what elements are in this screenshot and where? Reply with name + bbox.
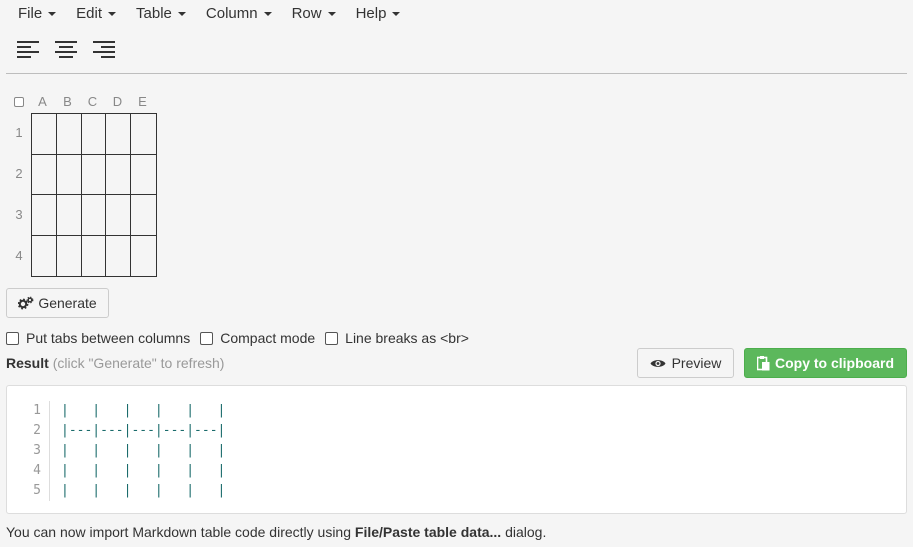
column-header-c[interactable]: C: [80, 94, 105, 109]
table-cell[interactable]: [32, 114, 57, 155]
align-center-icon: [55, 41, 77, 58]
table-cells: [31, 113, 157, 277]
column-header-d[interactable]: D: [105, 94, 130, 109]
table-cell[interactable]: [131, 236, 156, 277]
table-cell[interactable]: [81, 114, 107, 155]
menu-file[interactable]: File: [8, 0, 66, 26]
eye-icon: [650, 359, 666, 367]
table-cell[interactable]: [56, 154, 82, 195]
table-cell[interactable]: [131, 195, 156, 236]
row-header-3[interactable]: 3: [12, 207, 26, 222]
clipboard-icon: [757, 355, 770, 370]
table-cell[interactable]: [81, 154, 107, 195]
row-header-1[interactable]: 1: [12, 125, 26, 140]
align-center-button[interactable]: [55, 38, 77, 60]
caret-down-icon: [108, 12, 117, 16]
table-cell[interactable]: [106, 154, 132, 195]
table-cell[interactable]: [131, 155, 156, 195]
select-all-checkbox[interactable]: [14, 97, 24, 107]
line-number: 2: [33, 423, 41, 438]
menubar: File Edit Table Column Row Help: [8, 0, 410, 26]
line-breaks-checkbox[interactable]: [325, 331, 339, 345]
table-cell[interactable]: [57, 235, 82, 276]
line-number-gutter: 1 2 3 4 5: [7, 401, 50, 501]
menu-table[interactable]: Table: [126, 0, 196, 26]
row-header-4[interactable]: 4: [12, 248, 26, 263]
caret-down-icon: [327, 12, 336, 16]
compact-mode-option[interactable]: Compact mode: [200, 330, 315, 346]
menu-help[interactable]: Help: [346, 0, 411, 26]
copy-to-clipboard-button[interactable]: Copy to clipboard: [744, 348, 907, 378]
table-cell[interactable]: [106, 114, 132, 155]
line-number: 5: [33, 483, 41, 498]
line-breaks-option[interactable]: Line breaks as <br>: [325, 330, 469, 346]
table-cell[interactable]: [32, 154, 57, 195]
caret-down-icon: [177, 12, 186, 16]
code-content: | | | | | | |---|---|---|---|---| | | | …: [61, 401, 225, 501]
table-cell[interactable]: [106, 235, 132, 276]
code-line: | | | | | |: [61, 483, 226, 498]
menu-row[interactable]: Row: [282, 0, 346, 26]
code-line: |---|---|---|---|---|: [61, 423, 226, 438]
result-heading: Result (click "Generate" to refresh): [6, 355, 225, 371]
table-cell[interactable]: [81, 195, 107, 236]
align-right-button[interactable]: [93, 38, 115, 60]
row-header-2[interactable]: 2: [12, 166, 26, 181]
column-header-b[interactable]: B: [55, 94, 80, 109]
caret-down-icon: [48, 12, 57, 16]
table-cell[interactable]: [32, 195, 57, 236]
compact-mode-checkbox[interactable]: [200, 331, 214, 345]
table-cell[interactable]: [56, 195, 82, 236]
align-left-icon: [17, 41, 39, 58]
import-hint: You can now import Markdown table code d…: [6, 524, 547, 540]
alignment-toolbar: [17, 38, 115, 60]
align-right-icon: [93, 41, 115, 58]
line-number: 1: [33, 403, 41, 418]
result-code-editor[interactable]: 1 2 3 4 5 | | | | | | |---|---|---|---|-…: [6, 385, 907, 514]
caret-down-icon: [263, 12, 272, 16]
align-left-button[interactable]: [17, 38, 39, 60]
column-header-e[interactable]: E: [130, 94, 155, 109]
table-cell[interactable]: [32, 235, 57, 276]
menu-edit[interactable]: Edit: [66, 0, 126, 26]
tabs-between-columns-option[interactable]: Put tabs between columns: [6, 330, 190, 346]
line-number: 4: [33, 463, 41, 478]
code-line: | | | | | |: [61, 463, 226, 478]
table-cell[interactable]: [82, 235, 107, 276]
code-line: | | | | | |: [61, 443, 226, 458]
column-header-a[interactable]: A: [30, 94, 55, 109]
tabs-between-columns-checkbox[interactable]: [6, 331, 19, 345]
generation-options: Put tabs between columns Compact mode Li…: [6, 330, 479, 346]
table-cell[interactable]: [131, 114, 156, 155]
line-number: 3: [33, 443, 41, 458]
caret-down-icon: [392, 12, 401, 16]
gears-icon: [18, 296, 34, 310]
code-line: | | | | | |: [61, 403, 226, 418]
menu-column[interactable]: Column: [196, 0, 282, 26]
table-cell[interactable]: [106, 195, 132, 236]
generate-button[interactable]: Generate: [6, 288, 109, 318]
preview-button[interactable]: Preview: [637, 348, 734, 378]
toolbar-divider: [6, 73, 907, 74]
table-cell[interactable]: [56, 114, 82, 155]
